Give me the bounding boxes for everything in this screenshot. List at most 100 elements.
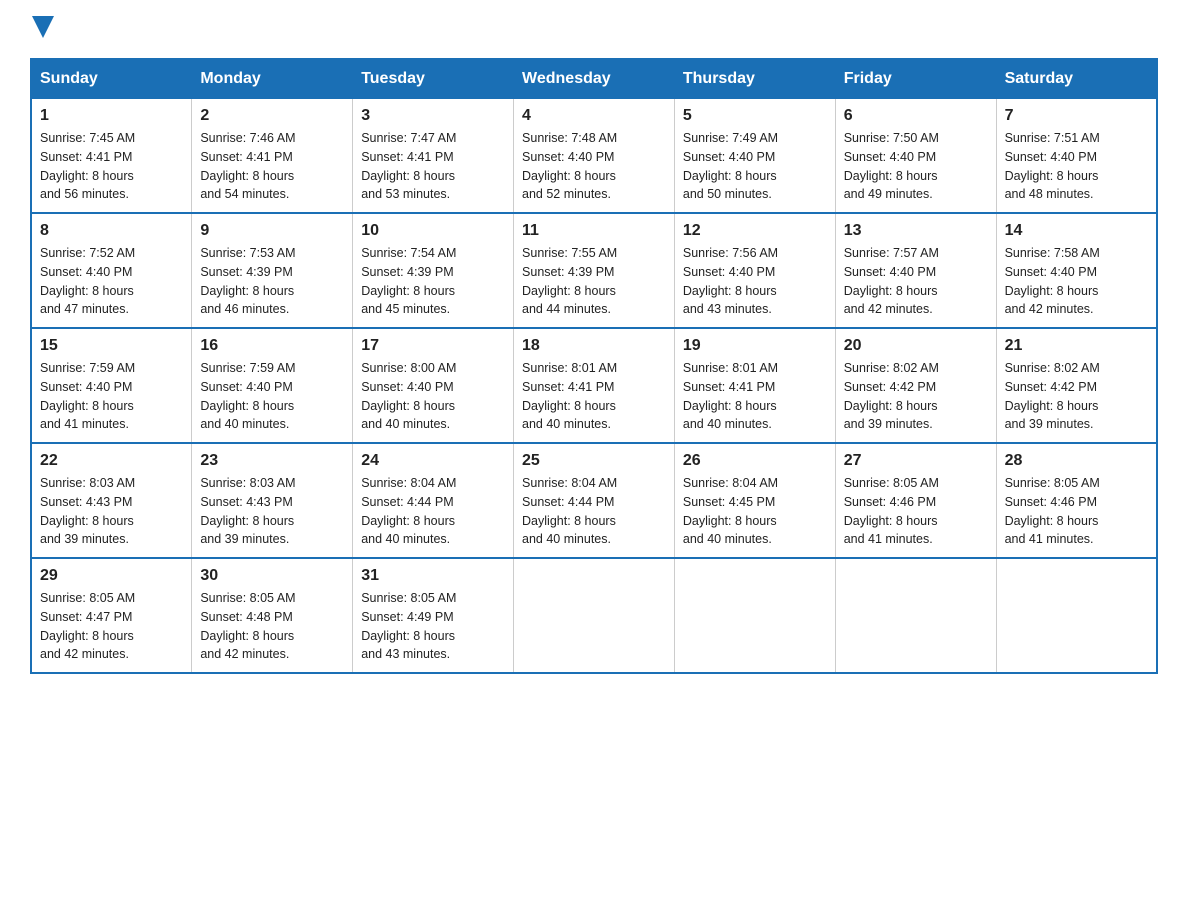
day-info: Sunrise: 8:05 AMSunset: 4:47 PMDaylight:… (40, 589, 183, 664)
page-header (30, 20, 1158, 38)
day-info: Sunrise: 7:46 AMSunset: 4:41 PMDaylight:… (200, 129, 344, 204)
day-number: 2 (200, 107, 344, 125)
header-saturday: Saturday (996, 59, 1157, 99)
calendar-cell: 21 Sunrise: 8:02 AMSunset: 4:42 PMDayligh… (996, 328, 1157, 443)
header-friday: Friday (835, 59, 996, 99)
calendar-week-row: 22 Sunrise: 8:03 AMSunset: 4:43 PMDayligh… (31, 443, 1157, 558)
day-number: 25 (522, 452, 666, 470)
day-number: 15 (40, 337, 183, 355)
day-number: 24 (361, 452, 505, 470)
day-number: 14 (1005, 222, 1148, 240)
day-info: Sunrise: 8:04 AMSunset: 4:44 PMDaylight:… (522, 474, 666, 549)
calendar-cell: 23Sunrise: 8:03 AMSunset: 4:43 PMDayligh… (192, 443, 353, 558)
day-number: 27 (844, 452, 988, 470)
day-number: 10 (361, 222, 505, 240)
day-number: 19 (683, 337, 827, 355)
calendar-cell: 15 Sunrise: 7:59 AMSunset: 4:40 PMDayligh… (31, 328, 192, 443)
calendar-cell: 13 Sunrise: 7:57 AMSunset: 4:40 PMDayligh… (835, 213, 996, 328)
calendar-cell (996, 558, 1157, 673)
calendar-cell: 12Sunrise: 7:56 AMSunset: 4:40 PMDayligh… (674, 213, 835, 328)
day-info: Sunrise: 8:03 AMSunset: 4:43 PMDaylight:… (40, 474, 183, 549)
calendar-week-row: 8Sunrise: 7:52 AMSunset: 4:40 PMDaylight… (31, 213, 1157, 328)
day-number: 28 (1005, 452, 1148, 470)
day-number: 11 (522, 222, 666, 240)
logo-triangle-icon (32, 16, 54, 38)
day-info: Sunrise: 8:00 AMSunset: 4:40 PMDaylight:… (361, 359, 505, 434)
day-info: Sunrise: 8:05 AMSunset: 4:46 PMDaylight:… (1005, 474, 1148, 549)
calendar-cell (514, 558, 675, 673)
calendar-week-row: 15 Sunrise: 7:59 AMSunset: 4:40 PMDayligh… (31, 328, 1157, 443)
calendar-cell: 9 Sunrise: 7:53 AMSunset: 4:39 PMDaylight… (192, 213, 353, 328)
calendar-cell: 27 Sunrise: 8:05 AMSunset: 4:46 PMDayligh… (835, 443, 996, 558)
header-sunday: Sunday (31, 59, 192, 99)
day-info: Sunrise: 8:02 AMSunset: 4:42 PMDaylight:… (1005, 359, 1148, 434)
day-info: Sunrise: 7:45 AMSunset: 4:41 PMDaylight:… (40, 129, 183, 204)
day-number: 7 (1005, 107, 1148, 125)
calendar-cell: 20 Sunrise: 8:02 AMSunset: 4:42 PMDayligh… (835, 328, 996, 443)
day-info: Sunrise: 8:05 AMSunset: 4:48 PMDaylight:… (200, 589, 344, 664)
day-number: 1 (40, 107, 183, 125)
day-number: 23 (200, 452, 344, 470)
day-info: Sunrise: 7:59 AMSunset: 4:40 PMDaylight:… (40, 359, 183, 434)
day-info: Sunrise: 7:57 AMSunset: 4:40 PMDaylight:… (844, 244, 988, 319)
calendar-cell: 8Sunrise: 7:52 AMSunset: 4:40 PMDaylight… (31, 213, 192, 328)
calendar-cell: 6 Sunrise: 7:50 AMSunset: 4:40 PMDaylight… (835, 99, 996, 214)
day-info: Sunrise: 7:47 AMSunset: 4:41 PMDaylight:… (361, 129, 505, 204)
day-info: Sunrise: 7:48 AMSunset: 4:40 PMDaylight:… (522, 129, 666, 204)
day-info: Sunrise: 7:58 AMSunset: 4:40 PMDaylight:… (1005, 244, 1148, 319)
day-number: 16 (200, 337, 344, 355)
calendar-cell: 31 Sunrise: 8:05 AMSunset: 4:49 PMDayligh… (353, 558, 514, 673)
calendar-cell: 30 Sunrise: 8:05 AMSunset: 4:48 PMDayligh… (192, 558, 353, 673)
day-info: Sunrise: 7:51 AMSunset: 4:40 PMDaylight:… (1005, 129, 1148, 204)
calendar-cell: 1 Sunrise: 7:45 AMSunset: 4:41 PMDaylight… (31, 99, 192, 214)
header-monday: Monday (192, 59, 353, 99)
calendar-cell: 3 Sunrise: 7:47 AMSunset: 4:41 PMDaylight… (353, 99, 514, 214)
day-info: Sunrise: 8:02 AMSunset: 4:42 PMDaylight:… (844, 359, 988, 434)
day-number: 21 (1005, 337, 1148, 355)
day-info: Sunrise: 7:59 AMSunset: 4:40 PMDaylight:… (200, 359, 344, 434)
day-number: 6 (844, 107, 988, 125)
day-info: Sunrise: 8:01 AMSunset: 4:41 PMDaylight:… (522, 359, 666, 434)
calendar-cell: 5Sunrise: 7:49 AMSunset: 4:40 PMDaylight… (674, 99, 835, 214)
calendar-cell: 11Sunrise: 7:55 AMSunset: 4:39 PMDayligh… (514, 213, 675, 328)
calendar-week-row: 29 Sunrise: 8:05 AMSunset: 4:47 PMDayligh… (31, 558, 1157, 673)
day-number: 31 (361, 567, 505, 585)
day-number: 17 (361, 337, 505, 355)
calendar-cell: 25 Sunrise: 8:04 AMSunset: 4:44 PMDayligh… (514, 443, 675, 558)
day-number: 30 (200, 567, 344, 585)
calendar-cell: 2 Sunrise: 7:46 AMSunset: 4:41 PMDaylight… (192, 99, 353, 214)
calendar-cell (835, 558, 996, 673)
day-number: 29 (40, 567, 183, 585)
header-tuesday: Tuesday (353, 59, 514, 99)
day-info: Sunrise: 7:50 AMSunset: 4:40 PMDaylight:… (844, 129, 988, 204)
calendar-week-row: 1 Sunrise: 7:45 AMSunset: 4:41 PMDaylight… (31, 99, 1157, 214)
calendar-cell: 24 Sunrise: 8:04 AMSunset: 4:44 PMDayligh… (353, 443, 514, 558)
day-number: 3 (361, 107, 505, 125)
day-info: Sunrise: 8:04 AMSunset: 4:45 PMDaylight:… (683, 474, 827, 549)
calendar-cell: 14 Sunrise: 7:58 AMSunset: 4:40 PMDayligh… (996, 213, 1157, 328)
day-info: Sunrise: 8:05 AMSunset: 4:49 PMDaylight:… (361, 589, 505, 664)
day-info: Sunrise: 7:53 AMSunset: 4:39 PMDaylight:… (200, 244, 344, 319)
calendar-cell (674, 558, 835, 673)
day-info: Sunrise: 8:01 AMSunset: 4:41 PMDaylight:… (683, 359, 827, 434)
day-number: 18 (522, 337, 666, 355)
day-info: Sunrise: 7:54 AMSunset: 4:39 PMDaylight:… (361, 244, 505, 319)
header-thursday: Thursday (674, 59, 835, 99)
calendar-cell: 7 Sunrise: 7:51 AMSunset: 4:40 PMDaylight… (996, 99, 1157, 214)
header-wednesday: Wednesday (514, 59, 675, 99)
day-number: 5 (683, 107, 827, 125)
calendar-cell: 19 Sunrise: 8:01 AMSunset: 4:41 PMDayligh… (674, 328, 835, 443)
day-info: Sunrise: 8:04 AMSunset: 4:44 PMDaylight:… (361, 474, 505, 549)
calendar-table: SundayMondayTuesdayWednesdayThursdayFrid… (30, 58, 1158, 674)
day-number: 12 (683, 222, 827, 240)
day-number: 9 (200, 222, 344, 240)
day-number: 22 (40, 452, 183, 470)
calendar-cell: 26Sunrise: 8:04 AMSunset: 4:45 PMDayligh… (674, 443, 835, 558)
calendar-cell: 16 Sunrise: 7:59 AMSunset: 4:40 PMDayligh… (192, 328, 353, 443)
calendar-cell: 4Sunrise: 7:48 AMSunset: 4:40 PMDaylight… (514, 99, 675, 214)
calendar-header-row: SundayMondayTuesdayWednesdayThursdayFrid… (31, 59, 1157, 99)
day-number: 20 (844, 337, 988, 355)
day-info: Sunrise: 8:05 AMSunset: 4:46 PMDaylight:… (844, 474, 988, 549)
calendar-cell: 28 Sunrise: 8:05 AMSunset: 4:46 PMDayligh… (996, 443, 1157, 558)
day-number: 13 (844, 222, 988, 240)
